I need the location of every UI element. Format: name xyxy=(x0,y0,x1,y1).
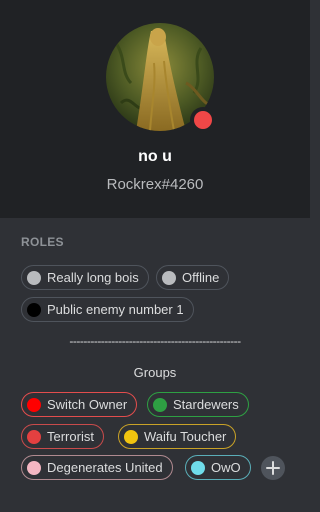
role-chip[interactable]: OwO xyxy=(185,455,251,480)
role-color-dot xyxy=(191,460,205,475)
role-color-dot xyxy=(27,460,41,475)
username: no u xyxy=(138,148,172,165)
role-label: Switch Owner xyxy=(47,397,128,412)
role-color-dot xyxy=(27,270,41,285)
role-chip[interactable]: Offline xyxy=(156,265,230,290)
plus-icon xyxy=(266,461,280,475)
role-chip[interactable]: Really long bois xyxy=(21,265,149,290)
role-label: OwO xyxy=(211,460,241,475)
role-color-dot xyxy=(124,429,138,444)
role-chip[interactable]: Terrorist xyxy=(21,424,104,449)
role-label: Really long bois xyxy=(47,270,139,285)
role-chip[interactable]: Waifu Toucher xyxy=(118,424,237,449)
role-chip[interactable]: Switch Owner xyxy=(21,392,138,417)
role-label: Terrorist xyxy=(47,429,94,444)
role-label: Offline xyxy=(182,270,220,285)
profile-header: no u Rockrex#4260 xyxy=(0,0,310,218)
role-color-dot xyxy=(162,270,176,285)
add-role-button[interactable] xyxy=(261,456,285,480)
role-label: Degenerates United xyxy=(47,460,163,475)
role-separator: ----------------------------------------… xyxy=(69,334,241,348)
role-color-dot xyxy=(27,302,41,317)
dnd-status-icon xyxy=(194,111,212,129)
groups-label: Groups xyxy=(133,365,177,380)
role-chip[interactable]: Degenerates United xyxy=(21,455,173,480)
role-chip[interactable]: Stardewers xyxy=(147,392,249,417)
role-label: Waifu Toucher xyxy=(144,429,227,444)
user-tag: Rockrex#4260 xyxy=(106,176,204,193)
role-color-dot xyxy=(27,429,41,444)
avatar-container[interactable] xyxy=(106,23,216,133)
role-chip[interactable]: Public enemy number 1 xyxy=(21,297,194,322)
role-label: Public enemy number 1 xyxy=(47,302,184,317)
roles-section-title: ROLES xyxy=(21,235,64,249)
role-color-dot xyxy=(27,397,41,412)
role-label: Stardewers xyxy=(173,397,239,412)
status-indicator xyxy=(190,107,216,133)
role-color-dot xyxy=(153,397,167,412)
